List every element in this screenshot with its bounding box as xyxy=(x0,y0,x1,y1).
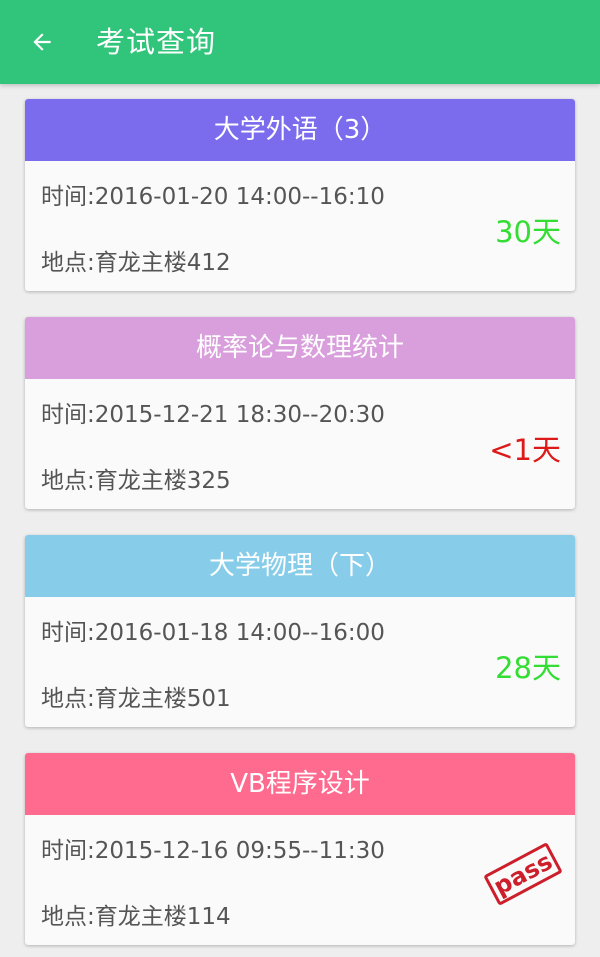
exam-card-header: 大学物理（下） xyxy=(25,535,575,597)
exam-countdown: <1天 xyxy=(489,433,561,467)
exam-location: 地点:育龙主楼501 xyxy=(41,686,231,712)
exam-countdown: 28天 xyxy=(495,651,561,685)
exam-card[interactable]: 概率论与数理统计 时间:2015-12-21 18:30--20:30 地点:育… xyxy=(25,317,575,509)
page-title: 考试查询 xyxy=(96,25,217,59)
exam-card-header: 大学外语（3） xyxy=(25,99,575,161)
exam-card-header: 概率论与数理统计 xyxy=(25,317,575,379)
exam-time: 时间:2016-01-18 14:00--16:00 xyxy=(41,620,385,646)
exam-location: 地点:育龙主楼412 xyxy=(41,250,231,276)
pass-stamp: pass xyxy=(483,842,563,906)
exam-time: 时间:2016-01-20 14:00--16:10 xyxy=(41,184,385,210)
exam-time: 时间:2015-12-16 09:55--11:30 xyxy=(41,838,385,864)
exam-location: 地点:育龙主楼325 xyxy=(41,468,231,494)
exam-card[interactable]: 大学物理（下） 时间:2016-01-18 14:00--16:00 地点:育龙… xyxy=(25,535,575,727)
arrow-left-icon xyxy=(33,33,51,51)
exam-card[interactable]: VB程序设计 时间:2015-12-16 09:55--11:30 地点:育龙主… xyxy=(25,753,575,945)
exam-card[interactable]: 大学外语（3） 时间:2016-01-20 14:00--16:10 地点:育龙… xyxy=(25,99,575,291)
exam-list[interactable]: 大学外语（3） 时间:2016-01-20 14:00--16:10 地点:育龙… xyxy=(0,84,600,957)
exam-time: 时间:2015-12-21 18:30--20:30 xyxy=(41,402,385,428)
exam-location: 地点:育龙主楼114 xyxy=(41,904,231,930)
exam-card-header: VB程序设计 xyxy=(25,753,575,815)
back-button[interactable] xyxy=(18,22,66,62)
app-bar: 考试查询 xyxy=(0,0,600,84)
exam-countdown: 30天 xyxy=(495,215,561,249)
